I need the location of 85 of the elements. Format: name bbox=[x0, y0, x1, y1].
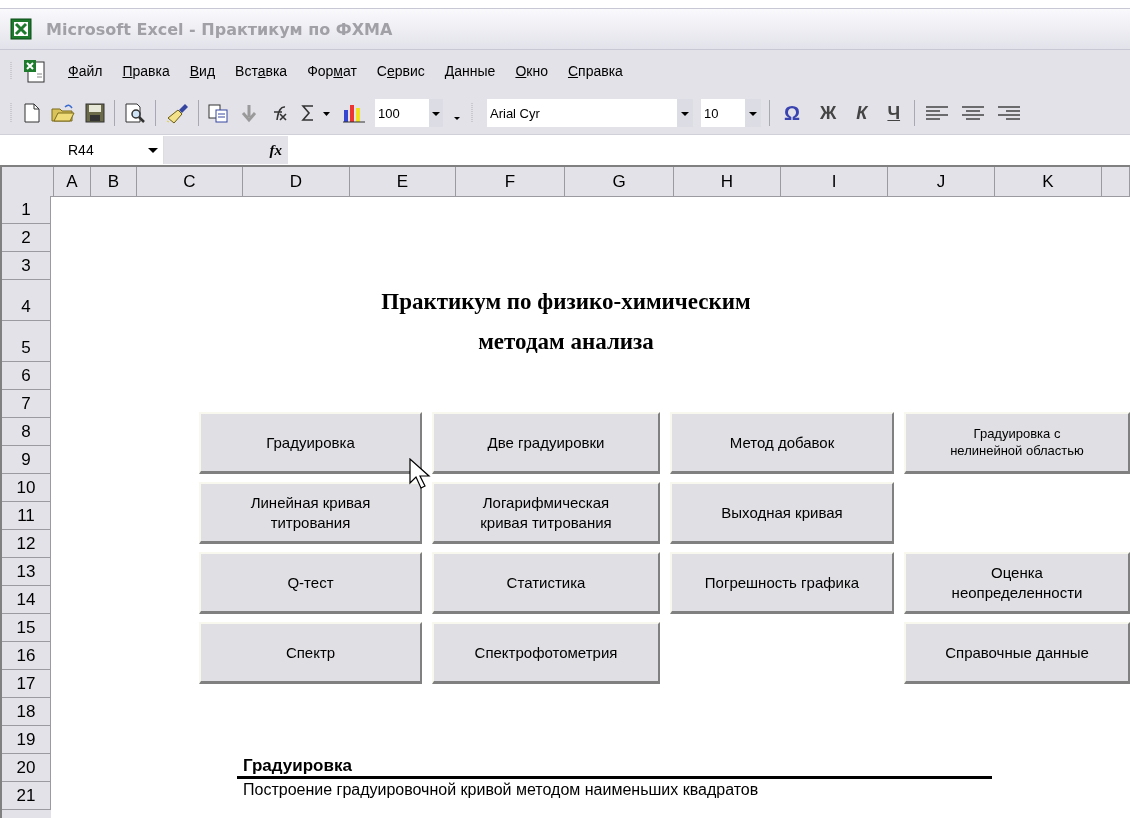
column-header[interactable]: I bbox=[781, 167, 888, 197]
menu-item[interactable]: Формат bbox=[307, 63, 357, 79]
macro-button[interactable]: Градуировка с нелинейной областью bbox=[904, 412, 1130, 474]
row-header[interactable]: 1 bbox=[2, 196, 51, 224]
macro-button[interactable]: Q-тест bbox=[199, 552, 422, 614]
macro-button[interactable]: Две градуировки bbox=[432, 412, 660, 474]
row-header[interactable]: 17 bbox=[2, 670, 51, 698]
workbook-icon bbox=[22, 58, 48, 84]
row-header[interactable]: 14 bbox=[2, 586, 51, 614]
column-header[interactable]: H bbox=[674, 167, 781, 197]
column-header[interactable]: K bbox=[995, 167, 1102, 197]
macro-button[interactable]: Метод добавок bbox=[670, 412, 894, 474]
row-header[interactable]: 7 bbox=[2, 390, 51, 418]
save-icon[interactable] bbox=[84, 102, 106, 124]
window-title: Microsoft Excel - Практикум по ФХМА bbox=[46, 19, 393, 39]
menu-item[interactable]: Вид bbox=[189, 63, 216, 79]
insert-function-button[interactable]: fx bbox=[164, 136, 288, 164]
menu-item[interactable]: Сервис bbox=[376, 63, 425, 79]
spreadsheet-app-icon bbox=[10, 18, 32, 40]
font-size-dropdown[interactable]: 10 bbox=[701, 99, 761, 127]
macro-button[interactable]: Спектрофотометрия bbox=[432, 622, 660, 684]
section-description: Построение градуировочной кривой методом наименьших квадратов bbox=[242, 780, 760, 800]
row-header[interactable]: 21 bbox=[2, 782, 51, 810]
row-header[interactable]: 15 bbox=[2, 614, 51, 642]
caret-icon bbox=[429, 99, 443, 127]
macro-button[interactable]: Логарифмическая кривая титрования bbox=[432, 482, 660, 544]
sheet-heading: Практикум по физико-химическим bbox=[381, 288, 751, 316]
row-header[interactable]: 20 bbox=[2, 754, 51, 782]
column-header[interactable] bbox=[1102, 167, 1130, 197]
menu-item[interactable]: Вставка bbox=[235, 63, 288, 79]
row-header[interactable]: 11 bbox=[2, 502, 51, 530]
open-folder-icon[interactable] bbox=[50, 102, 76, 124]
column-header[interactable]: J bbox=[888, 167, 995, 197]
menu-item[interactable]: Правка bbox=[122, 63, 170, 79]
row-header[interactable]: 6 bbox=[2, 362, 51, 390]
copy-icon[interactable] bbox=[207, 102, 231, 124]
paintbrush-icon[interactable] bbox=[164, 102, 190, 124]
menu-item[interactable]: Окно bbox=[515, 63, 548, 79]
row-header[interactable]: 13 bbox=[2, 558, 51, 586]
macro-button[interactable]: Оценка неопределенности bbox=[904, 552, 1130, 614]
menu-item[interactable]: Файл bbox=[68, 63, 103, 79]
row-header[interactable]: 9 bbox=[2, 446, 51, 474]
new-document-icon[interactable] bbox=[22, 102, 42, 124]
column-header[interactable]: B bbox=[91, 167, 137, 197]
macro-button[interactable]: Погрешность графика bbox=[670, 552, 894, 614]
caret-icon bbox=[745, 99, 761, 127]
row-header[interactable]: 18 bbox=[2, 698, 51, 726]
column-header[interactable]: F bbox=[456, 167, 565, 197]
underline-button[interactable]: Ч bbox=[881, 102, 907, 124]
row-header[interactable]: 8 bbox=[2, 418, 51, 446]
macro-button[interactable]: Справочные данные bbox=[904, 622, 1130, 684]
bold-button[interactable]: Ж bbox=[814, 102, 843, 124]
row-header[interactable]: 5 bbox=[2, 321, 51, 362]
section-title: Градуировка bbox=[237, 756, 992, 779]
macro-button[interactable]: Линейная кривая титрования bbox=[199, 482, 422, 544]
caret-icon bbox=[677, 99, 693, 127]
row-header[interactable]: 12 bbox=[2, 530, 51, 558]
symbol-button[interactable]: Ω bbox=[778, 101, 807, 125]
column-header[interactable]: C bbox=[137, 167, 243, 197]
macro-button[interactable]: Градуировка bbox=[199, 412, 422, 474]
column-header[interactable]: E bbox=[350, 167, 456, 197]
row-header[interactable]: 4 bbox=[2, 280, 51, 321]
italic-button[interactable]: К bbox=[850, 102, 874, 124]
column-header[interactable]: G bbox=[565, 167, 674, 197]
row-header[interactable]: 19 bbox=[2, 726, 51, 754]
row-header[interactable]: 2 bbox=[2, 224, 51, 252]
menu-item[interactable]: Справка bbox=[567, 63, 623, 79]
sheet-heading: методам анализа bbox=[478, 328, 654, 356]
chart-icon[interactable] bbox=[341, 102, 367, 124]
menu-item[interactable]: Данные bbox=[444, 63, 496, 79]
column-header[interactable]: A bbox=[54, 167, 91, 197]
font-dropdown[interactable]: Arial Cyr bbox=[487, 99, 693, 127]
macro-button[interactable]: Спектр bbox=[199, 622, 422, 684]
row-header[interactable]: 10 bbox=[2, 474, 51, 502]
row-header[interactable]: 3 bbox=[2, 252, 51, 280]
autosum-icon[interactable] bbox=[299, 102, 333, 124]
select-all-button[interactable] bbox=[0, 167, 54, 197]
row-header[interactable]: 16 bbox=[2, 642, 51, 670]
macro-button[interactable]: Статистика bbox=[432, 552, 660, 614]
zoom-dropdown[interactable]: 100 bbox=[375, 99, 443, 127]
column-header[interactable]: D bbox=[243, 167, 350, 197]
mouse-pointer-icon bbox=[409, 458, 431, 490]
print-preview-icon[interactable] bbox=[123, 102, 147, 124]
down-arrow-icon[interactable] bbox=[239, 102, 259, 124]
macro-button[interactable]: Выходная кривая bbox=[670, 482, 894, 544]
